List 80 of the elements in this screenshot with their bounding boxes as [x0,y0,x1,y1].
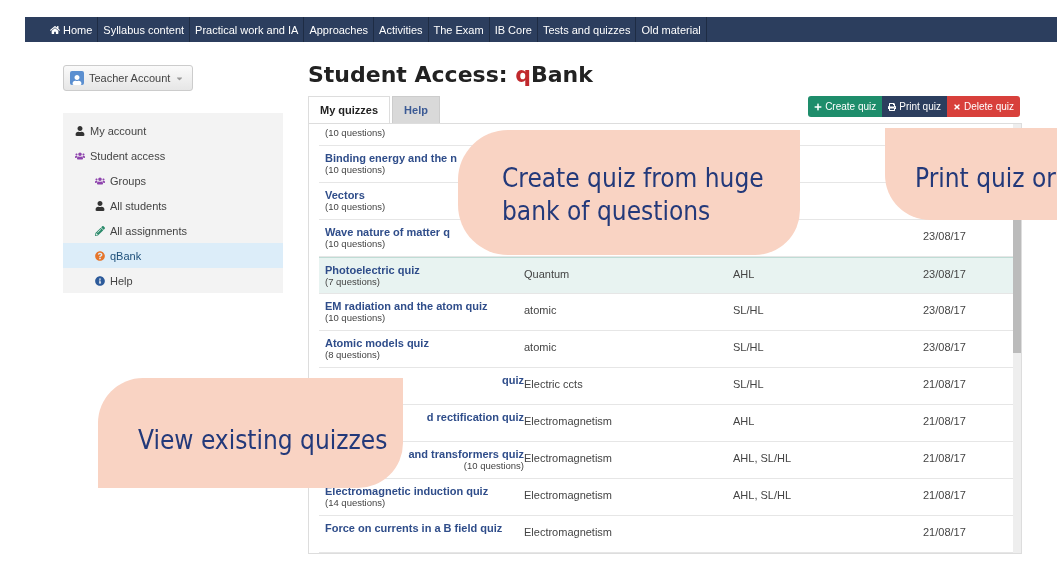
page-title: Student Access: qBank [308,62,593,89]
level-cell: AHL [733,268,755,280]
sidebar-item[interactable]: qBank [63,243,283,268]
nav-link[interactable]: Old material [636,17,707,42]
quiz-title-link[interactable]: quiz [502,374,524,386]
date-cell: 21/08/17 [923,489,966,501]
quiz-row[interactable]: EM radiation and the atom quiz (10 questions) atomic SL/HL 23/08/17 [319,294,1013,331]
quiz-title-link[interactable]: Binding energy and the n [325,152,457,164]
user-icon [75,125,85,136]
quiz-title-link[interactable]: EM radiation and the atom quiz [325,300,488,312]
nav-link[interactable]: The Exam [428,17,490,42]
topic-cell: Electromagnetism [524,526,613,538]
quiz-row[interactable]: Photoelectric quiz (7 questions) Quantum AHL 23/08/17 [319,257,1013,294]
user-icon [70,71,84,85]
question-count: (10 questions) [325,238,386,249]
quiz-row[interactable]: Atomic models quiz (8 questions) atomic SL/HL 23/08/17 [319,331,1013,368]
tab[interactable]: Help [392,96,440,123]
print-quiz-button[interactable]: Print quiz [882,96,947,117]
date-cell: 21/08/17 [923,415,966,427]
callout-tooltip: Print quiz or [885,128,1057,220]
date-cell: 23/08/17 [923,230,966,242]
users-icon [95,175,105,186]
level-cell: AHL, SL/HL [733,489,792,501]
user-icon [95,200,105,211]
nav-link[interactable]: IB Core [489,17,538,42]
question-count: (10 questions) [325,127,386,138]
quiz-row[interactable]: Force on currents in a B field quiz Electromagnetism 21/08/17 [319,516,1013,553]
level-cell: SL/HL [733,378,764,390]
date-cell: 21/08/17 [923,378,966,390]
quiz-title-link[interactable]: d rectification quiz [426,411,524,423]
home-icon [50,24,60,35]
date-cell: 23/08/17 [923,341,966,353]
topic-cell: Electric ccts [524,378,583,390]
topic-cell: Electromagnetism [524,452,613,464]
question-count: (10 questions) [463,460,524,471]
quiz-title-link[interactable]: Vectors [325,189,365,201]
quiz-title-link[interactable]: Force on currents in a B field quiz [325,522,503,534]
close-icon [952,102,961,111]
nav-link[interactable]: Approaches [304,17,375,42]
printer-icon [888,102,897,111]
question-count: (10 questions) [325,312,386,323]
quiz-title-link[interactable]: Atomic models quiz [325,337,429,349]
topic-cell: Quantum [524,268,570,280]
question-icon [95,250,105,261]
question-count: (7 questions) [325,276,380,287]
level-cell: SL/HL [733,304,764,316]
quiz-title-link[interactable]: Electromagnetic induction quiz [325,485,489,497]
question-count: (10 questions) [325,201,386,212]
level-cell: AHL [733,415,755,427]
date-cell: 23/08/17 [923,268,966,280]
question-count: (14 questions) [325,497,386,508]
pencil-icon [95,225,105,236]
topic-cell: atomic [524,341,557,353]
quiz-title-link[interactable]: Wave nature of matter q [325,226,450,238]
question-count: (10 questions) [325,164,386,175]
date-cell: 23/08/17 [923,304,966,316]
date-cell: 21/08/17 [923,452,966,464]
topic-cell: Electromagnetism [524,489,613,501]
level-cell: AHL, SL/HL [733,452,792,464]
question-count: (8 questions) [325,349,380,360]
callout-tooltip: Create quiz from huge bank of questions [458,130,800,255]
nav-link[interactable]: Syllabus content [98,17,191,42]
topic-cell: atomic [524,304,557,316]
nav-link[interactable]: Practical work and IA [190,17,305,42]
tab[interactable]: My quizzes [308,96,391,123]
info-icon [95,275,105,286]
users-icon [75,150,85,161]
delete-quiz-button[interactable]: Delete quiz [946,96,1020,117]
level-cell: SL/HL [733,341,764,353]
account-dropdown[interactable]: Teacher Account [63,65,194,91]
nav-link[interactable]: Activities [374,17,429,42]
quiz-title-link[interactable]: Photoelectric quiz [325,264,420,276]
nav-link[interactable]: Tests and quizzes [537,17,637,42]
topic-cell: Electromagnetism [524,415,613,427]
create-quiz-button[interactable]: Create quiz [808,96,883,117]
callout-tooltip: View existing quizzes [98,378,403,488]
plus-icon [814,102,823,111]
quiz-title-link[interactable]: and transformers quiz [408,448,524,460]
nav-link[interactable]: Home [45,17,99,42]
date-cell: 21/08/17 [923,526,966,538]
